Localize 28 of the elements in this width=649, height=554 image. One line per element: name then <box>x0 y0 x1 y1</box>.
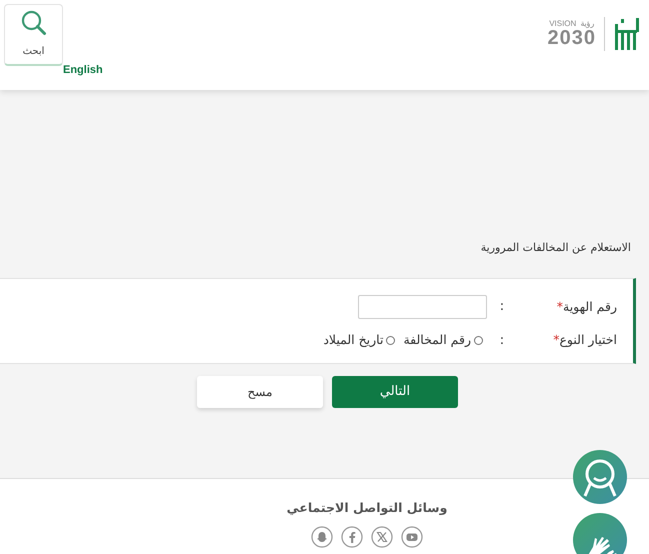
required-mark: * <box>553 332 560 348</box>
vision-text: VISION <box>549 20 576 28</box>
page-title: الاستعلام عن المخالفات المرورية <box>480 241 631 254</box>
option-label: رقم المخالفة <box>403 331 471 350</box>
field-label: رقم الهوية <box>563 298 617 314</box>
option-label: تاريخ الميلاد <box>323 331 384 350</box>
required-mark: * <box>556 298 563 314</box>
facebook-icon <box>341 526 363 548</box>
field-label: اختيار النوع <box>559 332 617 348</box>
x-icon <box>371 526 393 548</box>
radio-button[interactable] <box>386 336 396 346</box>
separator-text: : <box>500 333 504 348</box>
vision-ar-text: رؤية <box>580 20 594 28</box>
clear-button[interactable]: مسح <box>197 376 323 408</box>
footer-title: وسائل التواصل الاجتماعي <box>286 499 448 517</box>
radio-button[interactable] <box>474 336 483 346</box>
language-link[interactable]: English <box>63 62 103 78</box>
search-button[interactable]: ابحث <box>4 4 63 66</box>
play-icon <box>401 526 423 548</box>
next-button[interactable]: التالي <box>332 376 458 408</box>
id-number-field[interactable] <box>358 295 487 319</box>
chat-assistant-icon[interactable] <box>573 450 627 504</box>
ghost-icon <box>311 526 333 548</box>
hands-icon[interactable] <box>573 513 627 554</box>
separator-text: : <box>500 299 504 314</box>
vision-year-text: 2030 <box>548 28 596 48</box>
absher-logo-icon <box>613 16 641 52</box>
search-icon <box>20 10 46 36</box>
